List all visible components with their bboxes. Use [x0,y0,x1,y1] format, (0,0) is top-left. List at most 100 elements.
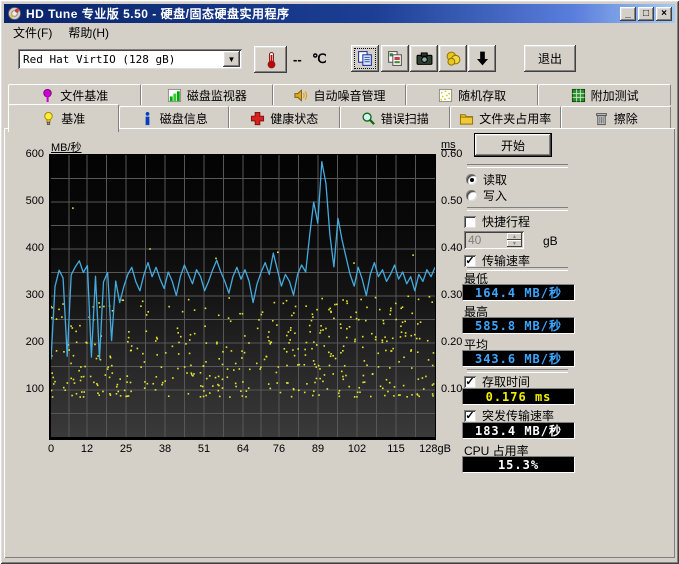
random-access-icon [438,88,453,103]
cpu-usage-lcd: 15.3% [462,456,575,473]
donate-icon [445,50,462,67]
file-benchmark-icon [40,88,55,103]
spin-up-icon[interactable] [507,233,522,240]
tab-label: 基准 [61,110,85,127]
tab-label: 附加测试 [591,87,639,104]
y-left-tick-label: 400 [12,242,44,254]
maximize-button[interactable]: □ [638,7,654,21]
folder-usage-icon [459,111,474,126]
read-radio-label: 读取 [483,171,507,188]
x-tick-label: 102 [337,443,377,455]
menu-bar: 文件(F) 帮助(H) [4,23,675,42]
drive-select-value: Red Hat VirtIO (128 gB) [18,53,223,66]
x-tick-label: 64 [223,443,263,455]
tab-row-secondary: 文件基准 磁盘监视器 自动噪音管理 随机存取 [8,84,671,105]
donate-button[interactable] [439,45,467,72]
copy-image-icon [387,50,404,67]
tab-random-access[interactable]: 随机存取 [406,84,539,105]
benchmark-icon [41,111,56,126]
spin-down-icon[interactable] [507,240,522,247]
tab-label: 文件基准 [60,87,108,104]
tab-error-scan[interactable]: 错误扫描 [340,106,451,129]
tab-label: 磁盘监视器 [187,87,247,104]
radio-icon[interactable] [466,190,477,201]
write-radio[interactable]: 写入 [466,187,507,204]
screenshot-button[interactable] [410,45,438,72]
y-left-tick-label: 300 [12,289,44,301]
avg-value-lcd: 343.6 MB/秒 [462,350,575,367]
x-tick-label: 76 [259,443,299,455]
chevron-down-icon[interactable] [223,51,240,67]
tab-folder-usage[interactable]: 文件夹占用率 [450,106,561,129]
health-icon [250,111,265,126]
tab-benchmark[interactable]: 基准 [8,104,119,132]
toolbar: Red Hat VirtIO (128 gB) -- ℃ [4,42,675,78]
tab-health[interactable]: 健康状态 [229,106,340,129]
x-tick-label: 0 [31,443,71,455]
tab-file-benchmark[interactable]: 文件基准 [8,84,141,105]
y-left-tick-label: 200 [12,336,44,348]
separator [467,207,568,211]
tab-label: 自动噪音管理 [313,87,385,104]
tab-aam[interactable]: 自动噪音管理 [273,84,406,105]
y-right-tick-label: 0.60 [441,148,475,160]
save-icon [474,50,491,67]
tab-disk-info[interactable]: 磁盘信息 [119,106,230,129]
copy-button[interactable] [351,45,379,72]
save-button[interactable] [468,45,496,72]
tab-extra-tests[interactable]: 附加测试 [538,84,671,105]
start-button[interactable]: 开始 [474,133,552,157]
burst-rate-lcd: 183.4 MB/秒 [462,422,575,439]
menu-file[interactable]: 文件(F) [6,22,59,43]
temperature-button[interactable] [254,46,287,73]
x-tick-label: 128gB [415,443,455,455]
close-button[interactable]: × [656,7,672,21]
short-stroke-unit: gB [543,234,558,248]
temperature-value: -- [293,52,302,67]
short-stroke-label: 快捷行程 [482,213,530,230]
tab-label: 擦除 [614,110,638,127]
screenshot-icon [416,50,433,67]
tab-label: 随机存取 [458,87,506,104]
checkbox-icon[interactable] [464,216,476,228]
x-tick-label: 38 [145,443,185,455]
erase-icon [594,111,609,126]
min-value-lcd: 164.4 MB/秒 [462,284,575,301]
tab-label: 磁盘信息 [160,110,208,127]
temperature-unit: ℃ [312,51,327,67]
tab-label: 文件夹占用率 [479,110,551,127]
tab-disk-monitor[interactable]: 磁盘监视器 [141,84,274,105]
aam-icon [293,88,308,103]
disk-monitor-icon [167,88,182,103]
extra-tests-icon [571,88,586,103]
access-time-lcd: 0.176 ms [462,388,575,405]
tab-erase[interactable]: 擦除 [561,106,672,129]
tab-row-primary: 基准 磁盘信息 健康状态 错误扫描 文件夹占用率 [8,106,671,129]
short-stroke-checkbox[interactable]: 快捷行程 [464,213,530,230]
x-tick-label: 89 [298,443,338,455]
write-radio-label: 写入 [483,187,507,204]
chart-canvas [51,155,435,437]
drive-select[interactable]: Red Hat VirtIO (128 gB) [18,49,242,69]
copy-image-button[interactable] [381,45,409,72]
thermometer-icon [263,51,279,69]
title-bar[interactable]: HD Tune 专业版 5.50 - 硬盘/固态硬盘实用程序 _ □ × [4,4,675,23]
checkbox-icon[interactable]: ✓ [464,410,476,422]
tab-label: 错误扫描 [381,110,429,127]
max-value-lcd: 585.8 MB/秒 [462,317,575,334]
separator [467,164,568,168]
read-radio[interactable]: 读取 [466,171,507,188]
tab-label: 健康状态 [270,110,318,127]
app-icon [7,6,22,21]
x-tick-label: 115 [376,443,416,455]
minimize-button[interactable]: _ [620,7,636,21]
copy-icon [357,50,374,67]
hdtune-window: HD Tune 专业版 5.50 - 硬盘/固态硬盘实用程序 _ □ × 文件(… [0,0,679,564]
short-stroke-size-stepper[interactable]: 40 [464,231,524,249]
y-left-tick-label: 600 [12,148,44,160]
menu-help[interactable]: 帮助(H) [61,22,116,43]
exit-button[interactable]: 退出 [524,45,576,72]
checkbox-icon[interactable]: ✓ [464,255,476,267]
radio-icon[interactable] [466,174,477,185]
checkbox-icon[interactable]: ✓ [464,376,476,388]
